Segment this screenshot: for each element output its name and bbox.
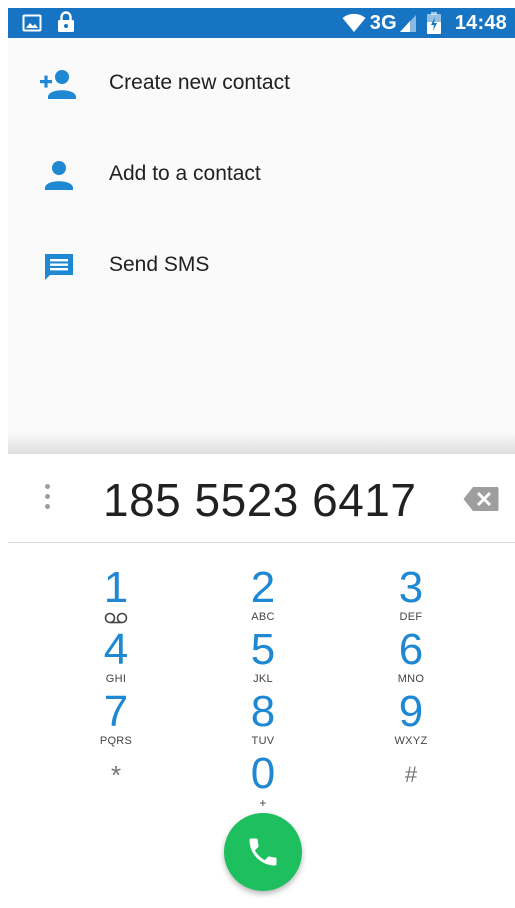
action-label: Create new contact: [109, 71, 290, 94]
create-new-contact-item[interactable]: Create new contact: [8, 38, 515, 128]
key-5[interactable]: 5 JKL: [203, 627, 323, 689]
key-digit: 0: [250, 749, 276, 798]
key-letters: MNO: [397, 673, 425, 685]
key-letters: PQRS: [99, 735, 133, 747]
add-to-contact-item[interactable]: Add to a contact: [8, 129, 515, 219]
clock: 14:48: [454, 11, 507, 34]
key-letters: GHI: [105, 673, 127, 685]
voicemail-icon: [56, 611, 176, 625]
key-digit: 6: [398, 625, 424, 674]
status-bar: 3G 14:48: [8, 8, 515, 38]
image-icon: [22, 13, 42, 33]
key-letters: TUV: [251, 735, 275, 747]
key-digit: #: [404, 762, 418, 787]
key-digit: 8: [250, 687, 276, 736]
key-7[interactable]: 7 PQRS: [56, 689, 176, 751]
lock-icon: [57, 11, 75, 33]
wifi-icon: [342, 13, 366, 33]
key-digit: 4: [103, 625, 129, 674]
key-pound[interactable]: #: [351, 755, 471, 817]
key-0[interactable]: 0 +: [203, 751, 323, 813]
dialer-screen: 3G 14:48 Create new contact Add to a con…: [8, 8, 515, 908]
key-digit: 2: [250, 563, 276, 612]
key-letters: WXYZ: [394, 735, 428, 747]
add-person-icon: [38, 68, 78, 102]
status-right-group: 3G 14:48: [342, 8, 507, 38]
key-1[interactable]: 1: [56, 565, 176, 627]
key-digit: *: [110, 760, 122, 790]
action-label: Add to a contact: [109, 162, 261, 185]
phone-icon: [245, 834, 281, 870]
key-letters: +: [259, 796, 267, 810]
key-digit: 9: [398, 687, 424, 736]
dialed-number[interactable]: 185 5523 6417: [103, 474, 438, 526]
key-digit: 3: [398, 563, 424, 612]
key-digit: 5: [250, 625, 276, 674]
key-2[interactable]: 2 ABC: [203, 565, 323, 627]
key-9[interactable]: 9 WXYZ: [351, 689, 471, 751]
key-digit: 1: [103, 563, 129, 612]
key-8[interactable]: 8 TUV: [203, 689, 323, 751]
key-letters: DEF: [399, 611, 423, 623]
more-vertical-icon[interactable]: [44, 484, 52, 512]
key-4[interactable]: 4 GHI: [56, 627, 176, 689]
key-letters: ABC: [251, 611, 275, 623]
dialer-shadow: [8, 432, 515, 454]
key-3[interactable]: 3 DEF: [351, 565, 471, 627]
backspace-icon[interactable]: [463, 486, 499, 512]
number-display-row: 185 5523 6417: [8, 454, 515, 543]
send-sms-item[interactable]: Send SMS: [8, 220, 515, 310]
key-star[interactable]: *: [56, 755, 176, 817]
action-label: Send SMS: [109, 253, 210, 276]
battery-icon: [426, 12, 441, 34]
key-digit: 7: [103, 687, 129, 736]
key-letters: JKL: [253, 673, 273, 685]
network-type: 3G: [369, 11, 397, 34]
message-icon: [38, 250, 78, 284]
signal-icon: [399, 13, 417, 33]
key-6[interactable]: 6 MNO: [351, 627, 471, 689]
person-icon: [38, 159, 78, 193]
call-button[interactable]: [224, 813, 302, 891]
